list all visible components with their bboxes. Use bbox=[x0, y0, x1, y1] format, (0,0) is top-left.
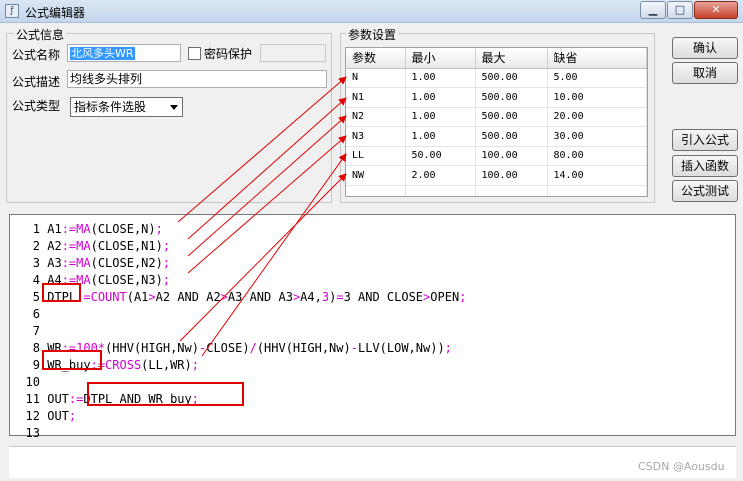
arrow-ll-to-ll bbox=[201, 153, 347, 357]
arrow-n1-to-n1 bbox=[187, 97, 347, 240]
arrow-n3-to-n3 bbox=[187, 135, 347, 274]
arrow-n2-to-n2 bbox=[187, 115, 347, 257]
annotation-arrows bbox=[177, 76, 347, 357]
arrow-n-to-n bbox=[177, 76, 347, 223]
